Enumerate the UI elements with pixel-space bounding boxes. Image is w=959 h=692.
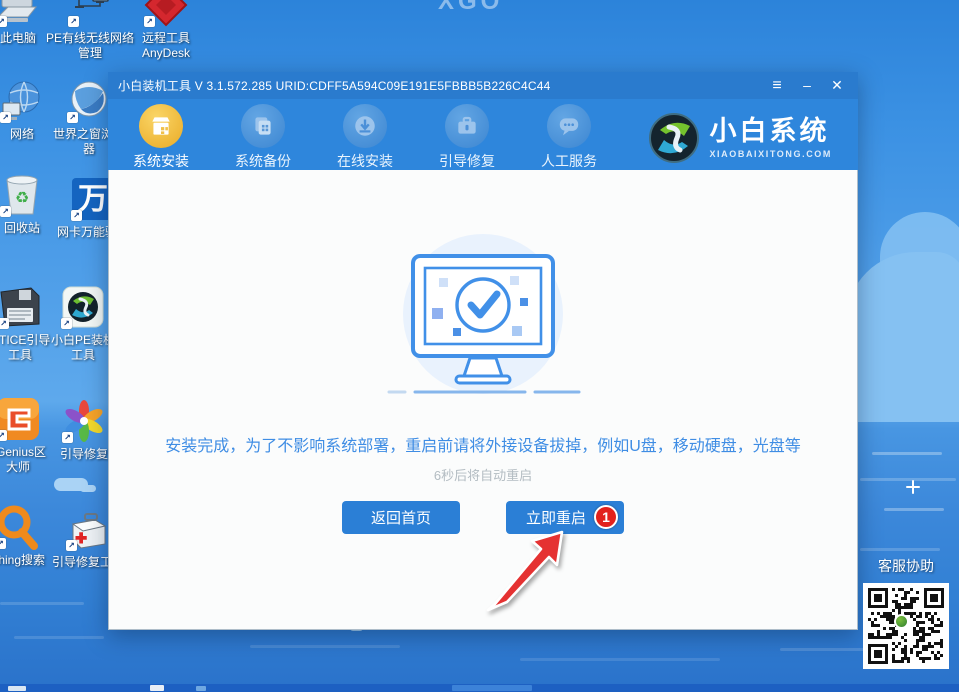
installer-window: 小白装机工具 V 3.1.572.285 URID:CDFF5A594C09E1… bbox=[108, 72, 858, 630]
shortcut-arrow-icon: ↗ bbox=[61, 318, 72, 329]
install-complete-message: 安装完成，为了不影响系统部署，重启前请将外接设备拔掉，例如U盘，移动硬盘，光盘等 bbox=[165, 432, 801, 456]
brand-logo: 小白系统 XIAOBAIXITONG.COM bbox=[648, 104, 832, 164]
this-pc-icon: ↗ bbox=[0, 0, 41, 28]
restart-countdown: 6秒后将自动重启 bbox=[434, 465, 532, 484]
minimize-button[interactable]: – bbox=[796, 72, 818, 99]
taskbar[interactable] bbox=[0, 684, 959, 692]
brand-name: 小白系统 bbox=[709, 118, 832, 145]
qr-center-logo-icon bbox=[894, 614, 909, 629]
desktop-icon-this-pc[interactable]: ↗ 此电脑 bbox=[0, 0, 50, 46]
anydesk-icon: ↗ bbox=[143, 0, 189, 28]
shortcut-arrow-icon: ↗ bbox=[144, 16, 155, 27]
tab-human-service[interactable]: 人工服务 bbox=[518, 104, 620, 171]
sea-sparkle bbox=[906, 486, 920, 488]
svg-text:万: 万 bbox=[78, 183, 108, 216]
qr-code[interactable] bbox=[863, 583, 949, 669]
desktop-icon-network[interactable]: ↗ 网络 bbox=[0, 78, 52, 142]
back-home-button[interactable]: 返回首页 bbox=[342, 501, 460, 534]
desktop-icon-anydesk[interactable]: ↗ 远程工具 AnyDesk bbox=[128, 0, 204, 61]
tab-boot-repair[interactable]: 引导修复 bbox=[416, 104, 518, 171]
install-complete-illustration bbox=[363, 232, 603, 408]
toolbox-icon: ↗ bbox=[65, 506, 111, 552]
desktop-icon-recycle-bin[interactable]: ♻ ↗ 回收站 bbox=[0, 172, 52, 236]
svg-text:♻: ♻ bbox=[15, 190, 29, 207]
recycle-bin-icon: ♻ ↗ bbox=[0, 172, 45, 218]
support-panel: 客服协助 bbox=[862, 556, 950, 669]
magnifier-icon: ↗ bbox=[0, 504, 40, 550]
tab-online-install[interactable]: 在线安装 bbox=[314, 104, 416, 171]
network-manager-icon: ↗ bbox=[67, 0, 113, 28]
shortcut-arrow-icon: ↗ bbox=[0, 206, 11, 217]
shortcut-arrow-icon: ↗ bbox=[0, 430, 7, 441]
tab-bar: 系统安装 系统备份 在线安装 引导修复 bbox=[108, 99, 858, 170]
window-titlebar[interactable]: 小白装机工具 V 3.1.572.285 URID:CDFF5A594C09E1… bbox=[108, 72, 858, 99]
desktop-icon-diskgenius[interactable]: ↗ kGenius区大师 bbox=[0, 396, 50, 475]
cloud bbox=[880, 212, 959, 332]
brand-site: XIAOBAIXITONG.COM bbox=[709, 149, 832, 159]
pinwheel-icon: ↗ bbox=[61, 398, 107, 444]
shortcut-arrow-icon: ↗ bbox=[67, 112, 78, 123]
globe-browser-icon: ↗ bbox=[66, 78, 112, 124]
window-title: 小白装机工具 V 3.1.572.285 URID:CDFF5A594C09E1… bbox=[118, 77, 758, 94]
wallpaper-text: XGO bbox=[438, 0, 503, 16]
download-icon bbox=[343, 104, 387, 148]
shortcut-arrow-icon: ↗ bbox=[0, 16, 7, 27]
xiaobai-logo-icon bbox=[648, 112, 700, 164]
tab-system-backup[interactable]: 系统备份 bbox=[212, 104, 314, 171]
tab-system-install[interactable]: 系统安装 bbox=[110, 104, 212, 171]
pointer-arrow-icon bbox=[480, 528, 575, 613]
desktop-icon-everything[interactable]: ↗ ything搜索 bbox=[0, 504, 48, 568]
shortcut-arrow-icon: ↗ bbox=[66, 540, 77, 551]
shortcut-arrow-icon: ↗ bbox=[62, 432, 73, 443]
shortcut-arrow-icon: ↗ bbox=[0, 112, 11, 123]
desktop-icon-bootice[interactable]: ↗ OTICE引导工具 bbox=[0, 284, 52, 363]
menu-button[interactable]: ≡ bbox=[766, 72, 788, 99]
xiaobai-pe-icon: ↗ bbox=[60, 284, 106, 330]
cloud bbox=[80, 485, 96, 492]
desktop: XGO ↗ 此电脑 ↗ PE有线无线网络管理 ↗ 远程工具 AnyDesk bbox=[0, 0, 959, 692]
network-icon: ↗ bbox=[0, 78, 45, 124]
shortcut-arrow-icon: ↗ bbox=[71, 210, 82, 221]
close-button[interactable]: ✕ bbox=[826, 72, 848, 99]
shortcut-arrow-icon: ↗ bbox=[0, 318, 9, 329]
diskgenius-icon: ↗ bbox=[0, 396, 41, 442]
shortcut-arrow-icon: ↗ bbox=[0, 538, 6, 549]
floppy-disk-icon: ↗ bbox=[0, 284, 43, 330]
chat-bubble-icon bbox=[547, 104, 591, 148]
toolbox-repair-icon bbox=[445, 104, 489, 148]
install-box-icon bbox=[139, 104, 183, 148]
support-title: 客服协助 bbox=[878, 556, 934, 576]
desktop-icon-boot-repair[interactable]: ↗ 引导修复 bbox=[52, 398, 116, 462]
desktop-icon-xiaobai-pe[interactable]: ↗ 小白PE装机工具 bbox=[50, 284, 116, 363]
shortcut-arrow-icon: ↗ bbox=[68, 16, 79, 27]
backup-copies-icon bbox=[241, 104, 285, 148]
desktop-icon-pe-network[interactable]: ↗ PE有线无线网络管理 bbox=[46, 0, 134, 61]
cloud bbox=[846, 340, 959, 422]
step-badge: 1 bbox=[594, 505, 618, 529]
